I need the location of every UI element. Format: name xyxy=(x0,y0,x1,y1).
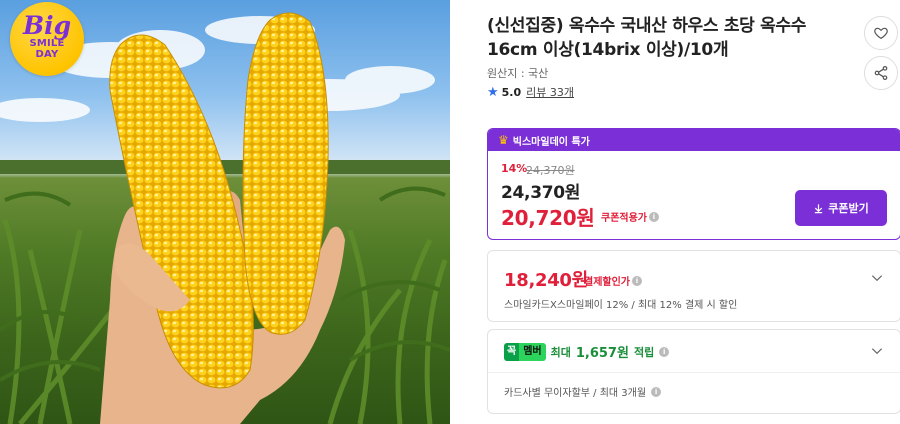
deal-header: ♛ 빅스마일데이 특가 xyxy=(488,129,900,151)
product-image[interactable]: Big SMILE DAY xyxy=(0,0,450,424)
discount-rate: 14% xyxy=(501,162,528,175)
membership-box: 꼭 멤버 최대 1,657원 적립 i 카드사별 무이자할부 / 최대 3개월 … xyxy=(487,329,900,414)
chevron-down-icon[interactable] xyxy=(870,344,884,358)
info-icon[interactable]: i xyxy=(651,386,662,397)
coupon-price: 20,720원 xyxy=(501,206,595,230)
installment-info: 카드사별 무이자할부 / 최대 3개월 i xyxy=(504,384,662,399)
member-badge: 꼭 멤버 xyxy=(504,342,546,361)
divider xyxy=(488,372,900,373)
card-discount-price: 18,240원 xyxy=(504,270,588,291)
coupon-label-text: 쿠폰적용가 xyxy=(601,213,647,224)
rating-row: ★ 5.0 리뷰 33개 xyxy=(487,84,574,100)
badge-day-text: DAY xyxy=(35,49,59,60)
share-button[interactable] xyxy=(864,56,898,90)
review-count-link[interactable]: 리뷰 33개 xyxy=(526,84,574,100)
badge-smile-text: SMILE xyxy=(29,38,65,49)
member-reward-prefix: 최대 xyxy=(550,345,571,359)
big-smile-day-badge: Big SMILE DAY xyxy=(10,2,84,76)
card-discount-description: 스마일카드X스마일페이 12% / 최대 12% 결제 시 할인 xyxy=(504,300,738,311)
member-reward-suffix: 적립 xyxy=(633,345,655,359)
card-discount-label: 결제할인가 i xyxy=(584,273,642,288)
get-coupon-label: 쿠폰받기 xyxy=(828,202,869,215)
heart-icon xyxy=(874,27,888,40)
member-reward-amount: 1,657원 xyxy=(575,346,629,361)
download-icon xyxy=(815,203,823,213)
sale-price: 24,370원 xyxy=(501,183,581,203)
star-icon: ★ xyxy=(487,84,499,100)
product-info-panel: (신선집중) 옥수수 국내산 하우스 초당 옥수수 16cm 이상(14brix… xyxy=(470,0,900,424)
installment-text: 카드사별 무이자할부 / 최대 3개월 xyxy=(504,388,647,399)
original-price: 24,370원 xyxy=(526,164,575,177)
get-coupon-button[interactable]: 쿠폰받기 xyxy=(795,190,887,226)
card-payment-discount-box[interactable]: 18,240원 결제할인가 i 스마일카드X스마일페이 12% / 최대 12%… xyxy=(487,250,900,322)
info-icon[interactable]: i xyxy=(659,346,670,357)
deal-header-label: 빅스마일데이 특가 xyxy=(512,136,590,148)
card-discount-label-text: 결제할인가 xyxy=(584,277,630,288)
chevron-down-icon[interactable] xyxy=(870,271,884,285)
product-title: (신선집중) 옥수수 국내산 하우스 초당 옥수수 16cm 이상(14brix… xyxy=(487,16,807,60)
info-icon[interactable]: i xyxy=(649,211,659,222)
share-icon xyxy=(874,66,888,80)
info-icon[interactable]: i xyxy=(632,275,642,286)
like-button[interactable] xyxy=(864,16,898,50)
membership-reward-row: 꼭 멤버 최대 1,657원 적립 i xyxy=(504,342,670,361)
coupon-price-label: 쿠폰적용가 i xyxy=(601,209,659,224)
big-smile-day-deal-box: ♛ 빅스마일데이 특가 14% 24,370원 24,370원 20,720원 … xyxy=(487,128,900,240)
member-badge-m: 멤버 xyxy=(519,342,546,361)
rating-score: 5.0 xyxy=(501,85,522,99)
origin-text: 원산지 : 국산 xyxy=(487,67,549,80)
crown-icon: ♛ xyxy=(498,133,509,147)
badge-big-text: Big xyxy=(22,11,72,40)
member-badge-k: 꼭 xyxy=(504,342,520,361)
